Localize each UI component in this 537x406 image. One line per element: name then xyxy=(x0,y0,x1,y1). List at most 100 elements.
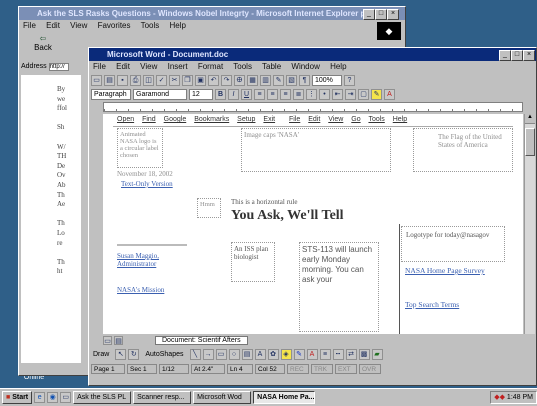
3d-icon[interactable]: ▰ xyxy=(371,348,383,360)
zoom-select[interactable]: 100% xyxy=(312,74,342,86)
doc-menu-bookmarks[interactable]: Bookmarks xyxy=(194,116,229,123)
ie-close-button[interactable]: × xyxy=(387,9,399,20)
hyperlink-icon[interactable]: 🜨 xyxy=(234,74,245,86)
admin-link[interactable]: Susan Maggio, Administrator xyxy=(117,252,197,268)
view-layout-icon[interactable]: ▤ xyxy=(114,335,123,345)
table-icon[interactable]: ▦ xyxy=(247,74,258,86)
quicklaunch-ie-icon[interactable]: e xyxy=(34,392,46,403)
shadow-icon[interactable]: ▩ xyxy=(358,348,370,360)
word-min-button[interactable]: _ xyxy=(499,50,511,61)
doc-menu-edit[interactable]: Edit xyxy=(308,116,320,123)
word-menu-window[interactable]: Window xyxy=(291,62,319,71)
spell-icon[interactable]: ✓ xyxy=(156,74,167,86)
textbox-icon[interactable]: ▤ xyxy=(241,348,253,360)
word-max-button[interactable]: □ xyxy=(511,50,523,61)
line-style-icon[interactable]: ≡ xyxy=(319,348,331,360)
oval-icon[interactable]: ○ xyxy=(228,348,240,360)
word-menu-file[interactable]: File xyxy=(93,62,106,71)
rotate-icon[interactable]: ↻ xyxy=(128,348,140,360)
word-menu-table[interactable]: Table xyxy=(262,62,281,71)
word-menu-edit[interactable]: Edit xyxy=(116,62,130,71)
draw-menu[interactable]: Draw xyxy=(93,351,109,358)
ie-menu-help[interactable]: Help xyxy=(170,21,186,30)
help-icon[interactable]: ? xyxy=(344,74,355,86)
columns-icon[interactable]: ▥ xyxy=(260,74,271,86)
start-button[interactable]: ■ Start xyxy=(2,391,33,404)
ie-menu-favorites[interactable]: Favorites xyxy=(98,21,131,30)
font-color-draw-icon[interactable]: A xyxy=(306,348,318,360)
outdent-icon[interactable]: ⇤ xyxy=(332,88,343,100)
font-color-icon[interactable]: A xyxy=(384,88,395,100)
doc-menu-find[interactable]: Find xyxy=(142,116,156,123)
word-menu-view[interactable]: View xyxy=(140,62,157,71)
task-nasa[interactable]: NASA Home Pa... xyxy=(253,391,316,404)
wordart-icon[interactable]: A xyxy=(254,348,266,360)
italic-icon[interactable]: I xyxy=(228,88,239,100)
doc-menu-exit[interactable]: Exit xyxy=(263,116,275,123)
line-color-icon[interactable]: ✎ xyxy=(293,348,305,360)
doc-menu-view[interactable]: View xyxy=(328,116,343,123)
doc-menu-file[interactable]: File xyxy=(289,116,300,123)
view-normal-icon[interactable]: ▭ xyxy=(103,335,112,345)
word-menu-help[interactable]: Help xyxy=(330,62,346,71)
ie-max-button[interactable]: □ xyxy=(375,9,387,20)
scroll-thumb[interactable] xyxy=(525,128,535,156)
word-menu-format[interactable]: Format xyxy=(198,62,223,71)
address-input[interactable]: http:// xyxy=(48,62,69,71)
doc-menu-google[interactable]: Google xyxy=(164,116,187,123)
bullets-icon[interactable]: • xyxy=(319,88,330,100)
doc-menu-help[interactable]: Help xyxy=(393,116,407,123)
arrow-icon[interactable]: → xyxy=(202,348,214,360)
ie-menu-edit[interactable]: Edit xyxy=(46,21,60,30)
indent-icon[interactable]: ⇥ xyxy=(345,88,356,100)
line-icon[interactable]: ╲ xyxy=(189,348,201,360)
doc-tab[interactable]: Document: Scientif Afters xyxy=(155,335,248,345)
word-window[interactable]: Microsoft Word - Document.doc _ □ × File… xyxy=(88,47,537,386)
redo-icon[interactable]: ↷ xyxy=(221,74,232,86)
dash-style-icon[interactable]: ┅ xyxy=(332,348,344,360)
open-icon[interactable]: ▤ xyxy=(104,74,115,86)
home-survey-link[interactable]: NASA Home Page Survey xyxy=(405,266,495,275)
autoshapes-menu[interactable]: AutoShapes xyxy=(145,351,183,358)
doc-menu-open[interactable]: Open xyxy=(117,116,134,123)
rectangle-icon[interactable]: ▭ xyxy=(215,348,227,360)
drawing-icon[interactable]: ✎ xyxy=(273,74,284,86)
align-right-icon[interactable]: ≡ xyxy=(280,88,291,100)
underline-icon[interactable]: U xyxy=(241,88,252,100)
word-close-button[interactable]: × xyxy=(523,50,535,61)
preview-icon[interactable]: ◫ xyxy=(143,74,154,86)
bold-icon[interactable]: B xyxy=(215,88,226,100)
task-ie[interactable]: Ask the SLS PL xyxy=(73,391,132,404)
horizontal-ruler[interactable] xyxy=(103,102,523,112)
numbering-icon[interactable]: ⋮ xyxy=(306,88,317,100)
doc-menu-tools[interactable]: Tools xyxy=(368,116,384,123)
show-hide-icon[interactable]: ¶ xyxy=(299,74,310,86)
task-word[interactable]: Microsoft Wod xyxy=(193,391,252,404)
mission-link[interactable]: NASA's Mission xyxy=(117,286,164,294)
scroll-up-icon[interactable]: ▲ xyxy=(525,114,535,124)
fill-color-icon[interactable]: ◈ xyxy=(280,348,292,360)
vertical-scrollbar[interactable]: ▲ xyxy=(524,114,535,334)
ie-min-button[interactable]: _ xyxy=(363,9,375,20)
highlight-icon[interactable]: ✎ xyxy=(371,88,382,100)
text-only-link[interactable]: Text-Only Version xyxy=(121,180,173,188)
quicklaunch-outlook-icon[interactable]: ◉ xyxy=(47,392,59,403)
ie-menu-tools[interactable]: Tools xyxy=(141,21,160,30)
align-left-icon[interactable]: ≡ xyxy=(254,88,265,100)
word-menu-insert[interactable]: Insert xyxy=(168,62,188,71)
save-icon[interactable]: ▪ xyxy=(117,74,128,86)
top-search-link[interactable]: Top Search Terms xyxy=(405,300,459,309)
border-icon[interactable]: ▢ xyxy=(358,88,369,100)
ie-back-button[interactable]: ⇦ Back xyxy=(25,34,61,54)
copy-icon[interactable]: ❐ xyxy=(182,74,193,86)
ie-menu-view[interactable]: View xyxy=(70,21,87,30)
ie-menu-file[interactable]: File xyxy=(23,21,36,30)
task-scanner[interactable]: Scanner resp... xyxy=(133,391,192,404)
doc-menu-setup[interactable]: Setup xyxy=(237,116,255,123)
map-icon[interactable]: ▧ xyxy=(286,74,297,86)
word-menu-tools[interactable]: Tools xyxy=(233,62,252,71)
print-icon[interactable]: ⎙ xyxy=(130,74,141,86)
cut-icon[interactable]: ✂ xyxy=(169,74,180,86)
size-select[interactable]: 12 xyxy=(189,88,213,100)
align-center-icon[interactable]: ≡ xyxy=(267,88,278,100)
